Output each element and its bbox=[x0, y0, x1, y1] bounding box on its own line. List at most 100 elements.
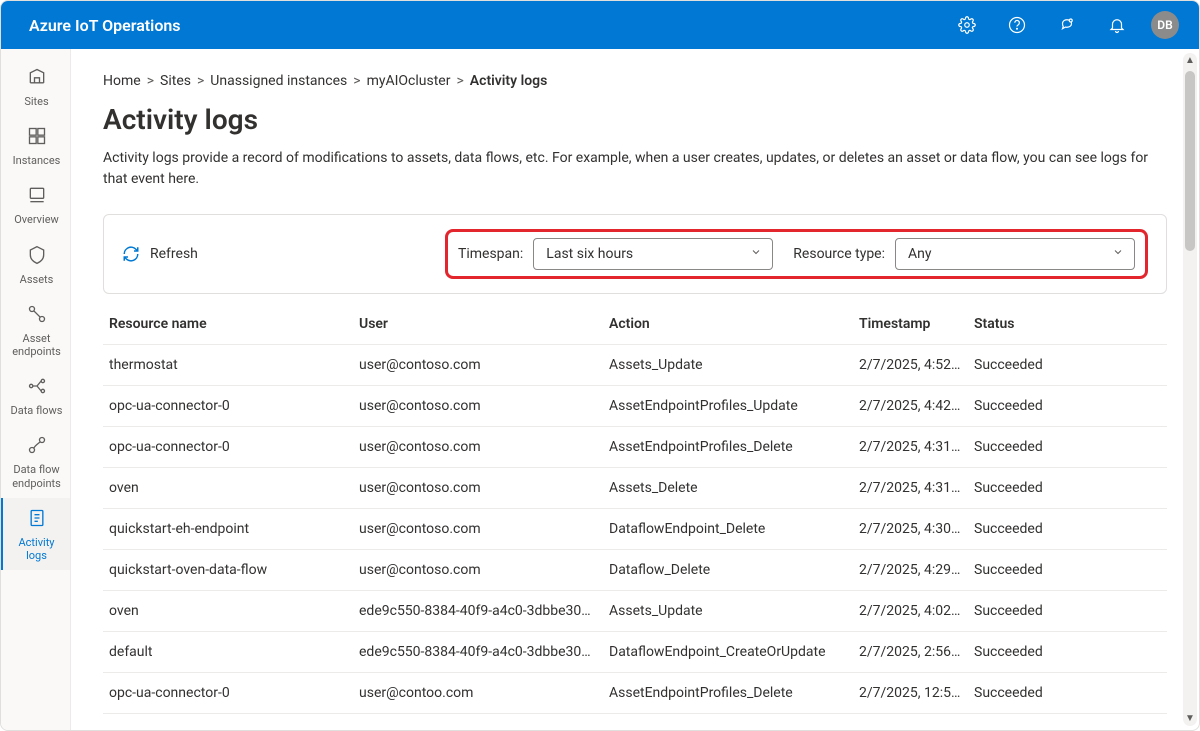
sidebar-item-label: Data flow endpoints bbox=[7, 463, 66, 489]
cell-user: user@contoso.com bbox=[359, 480, 609, 496]
table-row[interactable]: ovenede9c550-8384-40f9-a4c0-3dbbe30…Asse… bbox=[103, 591, 1167, 632]
assets-icon bbox=[27, 245, 47, 269]
refresh-label: Refresh bbox=[150, 246, 198, 262]
cell-status: Succeeded bbox=[974, 685, 1114, 701]
activity-logs-icon bbox=[27, 508, 47, 532]
sidebar-item-asset-endpoints[interactable]: Asset endpoints bbox=[1, 294, 70, 366]
help-icon[interactable] bbox=[1001, 9, 1033, 41]
cell-user: ede9c550-8384-40f9-a4c0-3dbbe30… bbox=[359, 644, 609, 660]
sidebar-item-label: Instances bbox=[13, 154, 61, 167]
resource-type-label: Resource type: bbox=[793, 246, 885, 262]
cell-timestamp: 2/7/2025, 4:42:… bbox=[859, 398, 974, 414]
notifications-icon[interactable] bbox=[1101, 9, 1133, 41]
cell-user: user@contoso.com bbox=[359, 439, 609, 455]
table-row[interactable]: thermostatuser@contoso.comAssets_Update2… bbox=[103, 345, 1167, 386]
page-description: Activity logs provide a record of modifi… bbox=[103, 148, 1167, 190]
cell-action: AssetEndpointProfiles_Update bbox=[609, 398, 859, 414]
refresh-icon bbox=[122, 245, 140, 263]
breadcrumb-current: Activity logs bbox=[470, 73, 548, 89]
cell-resource-name: opc-ua-connector-0 bbox=[109, 398, 359, 414]
col-timestamp[interactable]: Timestamp bbox=[859, 316, 974, 332]
scrollbar-thumb[interactable] bbox=[1185, 71, 1195, 251]
topbar: Azure IoT Operations DB bbox=[1, 1, 1199, 49]
cell-status: Succeeded bbox=[974, 398, 1114, 414]
cell-resource-name: default bbox=[109, 644, 359, 660]
sites-icon bbox=[27, 67, 47, 91]
cell-user: user@contoso.com bbox=[359, 562, 609, 578]
asset-endpoints-icon bbox=[27, 304, 47, 328]
sidebar-item-label: Overview bbox=[14, 213, 59, 226]
sidebar-item-dataflows[interactable]: Data flows bbox=[1, 366, 70, 425]
table-row[interactable]: opc-ua-connector-0user@contoso.comAssetE… bbox=[103, 427, 1167, 468]
filter-highlight-box: Timespan: Last six hours Resource type: … bbox=[445, 229, 1148, 279]
cell-timestamp: 2/7/2025, 12:5… bbox=[859, 685, 974, 701]
cell-timestamp: 2/7/2025, 2:56:… bbox=[859, 644, 974, 660]
table-row[interactable]: quickstart-eh-endpointuser@contoso.comDa… bbox=[103, 509, 1167, 550]
cell-timestamp: 2/7/2025, 4:52:… bbox=[859, 357, 974, 373]
timespan-select[interactable]: Last six hours bbox=[533, 238, 773, 270]
page-title: Activity logs bbox=[103, 103, 1167, 136]
cell-status: Succeeded bbox=[974, 357, 1114, 373]
cell-action: Assets_Update bbox=[609, 357, 859, 373]
sidebar: Sites Instances Overview Assets Asset en… bbox=[1, 49, 71, 730]
sidebar-item-activity-logs[interactable]: Activity logs bbox=[1, 498, 70, 570]
dataflows-icon bbox=[27, 376, 47, 400]
breadcrumb-link[interactable]: Sites bbox=[160, 73, 191, 89]
cell-user: ede9c550-8384-40f9-a4c0-3dbbe30… bbox=[359, 603, 609, 619]
resource-type-select[interactable]: Any bbox=[895, 238, 1135, 270]
table-row[interactable]: defaultede9c550-8384-40f9-a4c0-3dbbe30…D… bbox=[103, 632, 1167, 673]
sidebar-item-label: Assets bbox=[20, 273, 54, 286]
breadcrumb-link[interactable]: myAIOcluster bbox=[367, 73, 451, 89]
cell-user: user@contoo.com bbox=[359, 685, 609, 701]
table-row[interactable]: opc-ua-connector-0user@contoso.comAssetE… bbox=[103, 386, 1167, 427]
sidebar-item-label: Activity logs bbox=[7, 536, 66, 562]
col-action[interactable]: Action bbox=[609, 316, 859, 332]
overview-icon bbox=[27, 185, 47, 209]
cell-timestamp: 2/7/2025, 4:30:… bbox=[859, 521, 974, 537]
cell-action: Assets_Update bbox=[609, 603, 859, 619]
cell-status: Succeeded bbox=[974, 480, 1114, 496]
scroll-up-arrow[interactable]: ▲ bbox=[1185, 55, 1195, 66]
col-user[interactable]: User bbox=[359, 316, 609, 332]
cell-resource-name: quickstart-oven-data-flow bbox=[109, 562, 359, 578]
cell-resource-name: quickstart-eh-endpoint bbox=[109, 521, 359, 537]
cell-status: Succeeded bbox=[974, 603, 1114, 619]
breadcrumb-link[interactable]: Home bbox=[103, 73, 141, 89]
table-row[interactable]: ovenuser@contoso.comAssets_Delete2/7/202… bbox=[103, 468, 1167, 509]
activity-log-table: Resource name User Action Timestamp Stat… bbox=[103, 304, 1167, 714]
col-resource-name[interactable]: Resource name bbox=[109, 316, 359, 332]
sidebar-item-label: Data flows bbox=[11, 404, 63, 417]
cell-timestamp: 2/7/2025, 4:31:… bbox=[859, 480, 974, 496]
main-content: Home>Sites>Unassigned instances>myAIOclu… bbox=[71, 49, 1199, 730]
breadcrumb-link[interactable]: Unassigned instances bbox=[210, 73, 347, 89]
vertical-scrollbar[interactable]: ▲ ▼ bbox=[1183, 53, 1197, 726]
sidebar-item-label: Sites bbox=[24, 95, 48, 108]
filter-bar: Refresh Timespan: Last six hours Reso bbox=[103, 214, 1167, 294]
cell-user: user@contoso.com bbox=[359, 521, 609, 537]
sidebar-item-overview[interactable]: Overview bbox=[1, 175, 70, 234]
timespan-label: Timespan: bbox=[458, 246, 523, 262]
instances-icon bbox=[27, 126, 47, 150]
sidebar-item-sites[interactable]: Sites bbox=[1, 57, 70, 116]
sidebar-item-assets[interactable]: Assets bbox=[1, 235, 70, 294]
settings-icon[interactable] bbox=[951, 9, 983, 41]
cell-user: user@contoso.com bbox=[359, 357, 609, 373]
sidebar-item-dataflow-endpoints[interactable]: Data flow endpoints bbox=[1, 425, 70, 497]
cell-timestamp: 2/7/2025, 4:02:… bbox=[859, 603, 974, 619]
refresh-button[interactable]: Refresh bbox=[122, 245, 198, 263]
cell-status: Succeeded bbox=[974, 562, 1114, 578]
cell-action: DataflowEndpoint_CreateOrUpdate bbox=[609, 644, 859, 660]
scroll-down-arrow[interactable]: ▼ bbox=[1185, 713, 1195, 724]
cell-resource-name: opc-ua-connector-0 bbox=[109, 439, 359, 455]
avatar[interactable]: DB bbox=[1151, 11, 1179, 39]
feedback-icon[interactable] bbox=[1051, 9, 1083, 41]
resource-type-value: Any bbox=[908, 246, 932, 262]
table-row[interactable]: quickstart-oven-data-flowuser@contoso.co… bbox=[103, 550, 1167, 591]
table-row[interactable]: opc-ua-connector-0user@contoo.comAssetEn… bbox=[103, 673, 1167, 714]
cell-user: user@contoso.com bbox=[359, 398, 609, 414]
cell-timestamp: 2/7/2025, 4:31:… bbox=[859, 439, 974, 455]
sidebar-item-instances[interactable]: Instances bbox=[1, 116, 70, 175]
col-status[interactable]: Status bbox=[974, 316, 1114, 332]
app-title: Azure IoT Operations bbox=[29, 16, 181, 35]
cell-status: Succeeded bbox=[974, 439, 1114, 455]
